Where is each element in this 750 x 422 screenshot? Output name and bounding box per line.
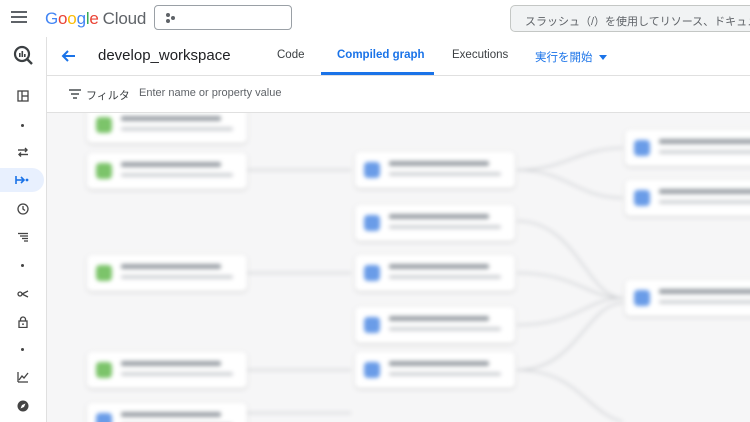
google-cloud-logo[interactable]: Google Cloud xyxy=(45,9,146,29)
graph-node[interactable] xyxy=(87,403,247,422)
graph-node[interactable] xyxy=(625,180,750,216)
filter-input[interactable]: Enter name or property value xyxy=(139,87,281,99)
left-nav xyxy=(0,37,47,422)
tab-code[interactable]: Code xyxy=(277,49,305,61)
bigquery-icon[interactable] xyxy=(0,43,46,67)
project-dots-icon xyxy=(166,13,175,23)
table-node-icon xyxy=(364,362,380,378)
graph-node[interactable] xyxy=(355,205,515,241)
graph-node[interactable] xyxy=(355,352,515,388)
table-node-icon xyxy=(364,265,380,281)
sharing-icon[interactable] xyxy=(0,282,46,306)
overview-icon[interactable] xyxy=(0,84,46,108)
tab-compiled-graph[interactable]: Compiled graph xyxy=(337,49,425,61)
graph-node[interactable] xyxy=(355,255,515,291)
dataform-icon[interactable] xyxy=(0,168,44,192)
table-node-icon xyxy=(96,413,112,422)
start-execution-button[interactable]: 実行を開始 xyxy=(535,49,607,65)
declaration-node-icon xyxy=(96,362,112,378)
pipelines-icon[interactable] xyxy=(0,225,46,249)
logo-letter: o xyxy=(58,9,68,28)
tab-executions[interactable]: Executions xyxy=(452,49,508,61)
logo-letter: G xyxy=(45,9,59,28)
top-bar: GoogleCloud スラッシュ（/）を使用してリソース、ドキュメント xyxy=(0,0,750,38)
back-arrow-icon[interactable] xyxy=(61,48,77,64)
explore-icon[interactable] xyxy=(0,394,46,418)
lock-icon[interactable] xyxy=(0,310,46,334)
start-execution-label: 実行を開始 xyxy=(535,52,593,64)
logo-cloud-text: Cloud xyxy=(102,9,147,28)
filter-icon[interactable] xyxy=(69,89,81,99)
graph-node[interactable] xyxy=(355,307,515,343)
declaration-node-icon xyxy=(96,265,112,281)
table-node-icon xyxy=(364,215,380,231)
chevron-down-icon xyxy=(598,54,607,60)
logo-letter: e xyxy=(89,9,99,28)
table-node-icon xyxy=(634,140,650,156)
graph-node[interactable] xyxy=(625,130,750,166)
declaration-node-icon xyxy=(96,117,112,133)
nav-separator-dot xyxy=(21,264,24,267)
table-node-icon xyxy=(364,162,380,178)
scheduling-icon[interactable] xyxy=(0,197,46,221)
filter-label: フィルタ xyxy=(86,90,130,102)
compiled-graph-canvas[interactable] xyxy=(47,113,750,422)
monitoring-icon[interactable] xyxy=(0,365,46,389)
declaration-node-icon xyxy=(96,163,112,179)
graph-node[interactable] xyxy=(355,152,515,188)
filter-bar: フィルタ Enter name or property value xyxy=(47,76,750,113)
table-node-icon xyxy=(364,317,380,333)
nav-separator-dot xyxy=(21,348,24,351)
table-node-icon xyxy=(634,290,650,306)
graph-node[interactable] xyxy=(87,113,247,143)
graph-node[interactable] xyxy=(87,352,247,388)
graph-node[interactable] xyxy=(87,255,247,291)
search-input[interactable]: スラッシュ（/）を使用してリソース、ドキュメント xyxy=(510,5,750,32)
transfers-icon[interactable] xyxy=(0,140,46,164)
graph-content xyxy=(47,113,750,422)
menu-icon[interactable] xyxy=(11,11,27,23)
graph-node[interactable] xyxy=(625,280,750,316)
graph-node[interactable] xyxy=(87,153,247,189)
workspace-header: develop_workspace Code Compiled graph Ex… xyxy=(47,37,750,76)
project-picker[interactable] xyxy=(154,5,292,30)
page-title: develop_workspace xyxy=(98,47,231,64)
nav-separator-dot xyxy=(21,124,24,127)
table-node-icon xyxy=(634,190,650,206)
active-tab-indicator xyxy=(321,72,434,75)
logo-letter: g xyxy=(76,9,86,28)
logo-letter: o xyxy=(67,9,77,28)
